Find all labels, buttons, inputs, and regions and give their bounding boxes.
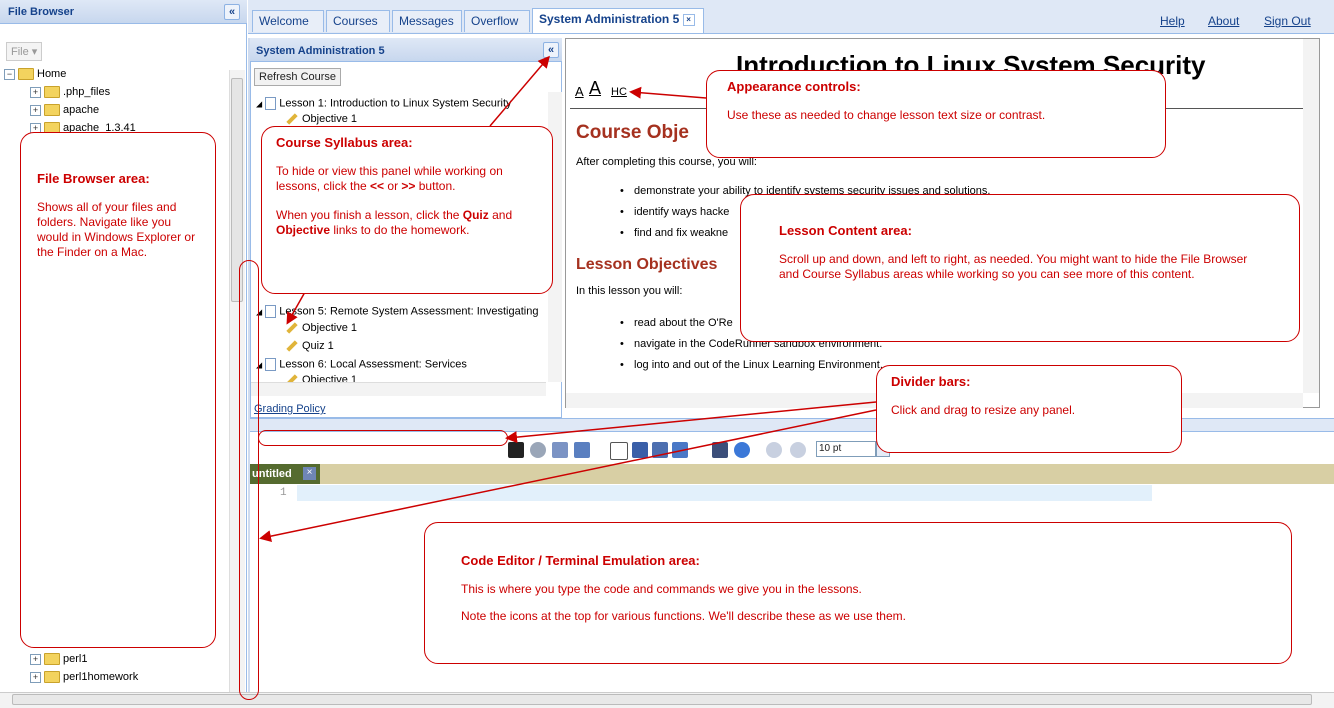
callout-file-browser: File Browser area: Shows all of your fil… [20, 132, 216, 648]
callout-body: Click and drag to resize any panel. [891, 403, 1076, 417]
arrow-to-collapse-button [489, 55, 550, 127]
callout-title: File Browser area: [37, 171, 150, 186]
callout-title: Divider bars: [891, 374, 971, 389]
callout-appearance-controls: Appearance controls: Use these as needed… [706, 70, 1166, 158]
callout-body: When you finish a lesson, click the Quiz… [276, 208, 513, 237]
callout-divider-bars: Divider bars: Click and drag to resize a… [876, 365, 1182, 453]
callout-code-editor: Code Editor / Terminal Emulation area: T… [424, 522, 1292, 664]
arrow-to-objective [286, 291, 306, 325]
callout-body: Scroll up and down, and left to right, a… [779, 252, 1248, 281]
callout-course-syllabus: Course Syllabus area: To hide or view th… [261, 126, 553, 294]
callout-body: Note the icons at the top for various fu… [461, 609, 906, 623]
callout-title: Appearance controls: [727, 79, 861, 94]
callout-title: Course Syllabus area: [276, 135, 413, 150]
callout-body: This is where you type the code and comm… [461, 582, 862, 596]
callout-body: To hide or view this panel while working… [276, 164, 503, 193]
callout-title: Code Editor / Terminal Emulation area: [461, 553, 700, 568]
callout-title: Lesson Content area: [779, 223, 912, 238]
callout-body: Shows all of your files and folders. Nav… [37, 200, 196, 259]
callout-lesson-content: Lesson Content area: Scroll up and down,… [740, 194, 1300, 342]
callout-body: Use these as needed to change lesson tex… [727, 108, 1046, 122]
arrow-to-horizontal-divider [505, 401, 877, 444]
vertical-divider-highlight [239, 260, 259, 700]
arrow-to-appearance-controls [629, 86, 707, 99]
horizontal-divider-highlight [258, 430, 508, 446]
